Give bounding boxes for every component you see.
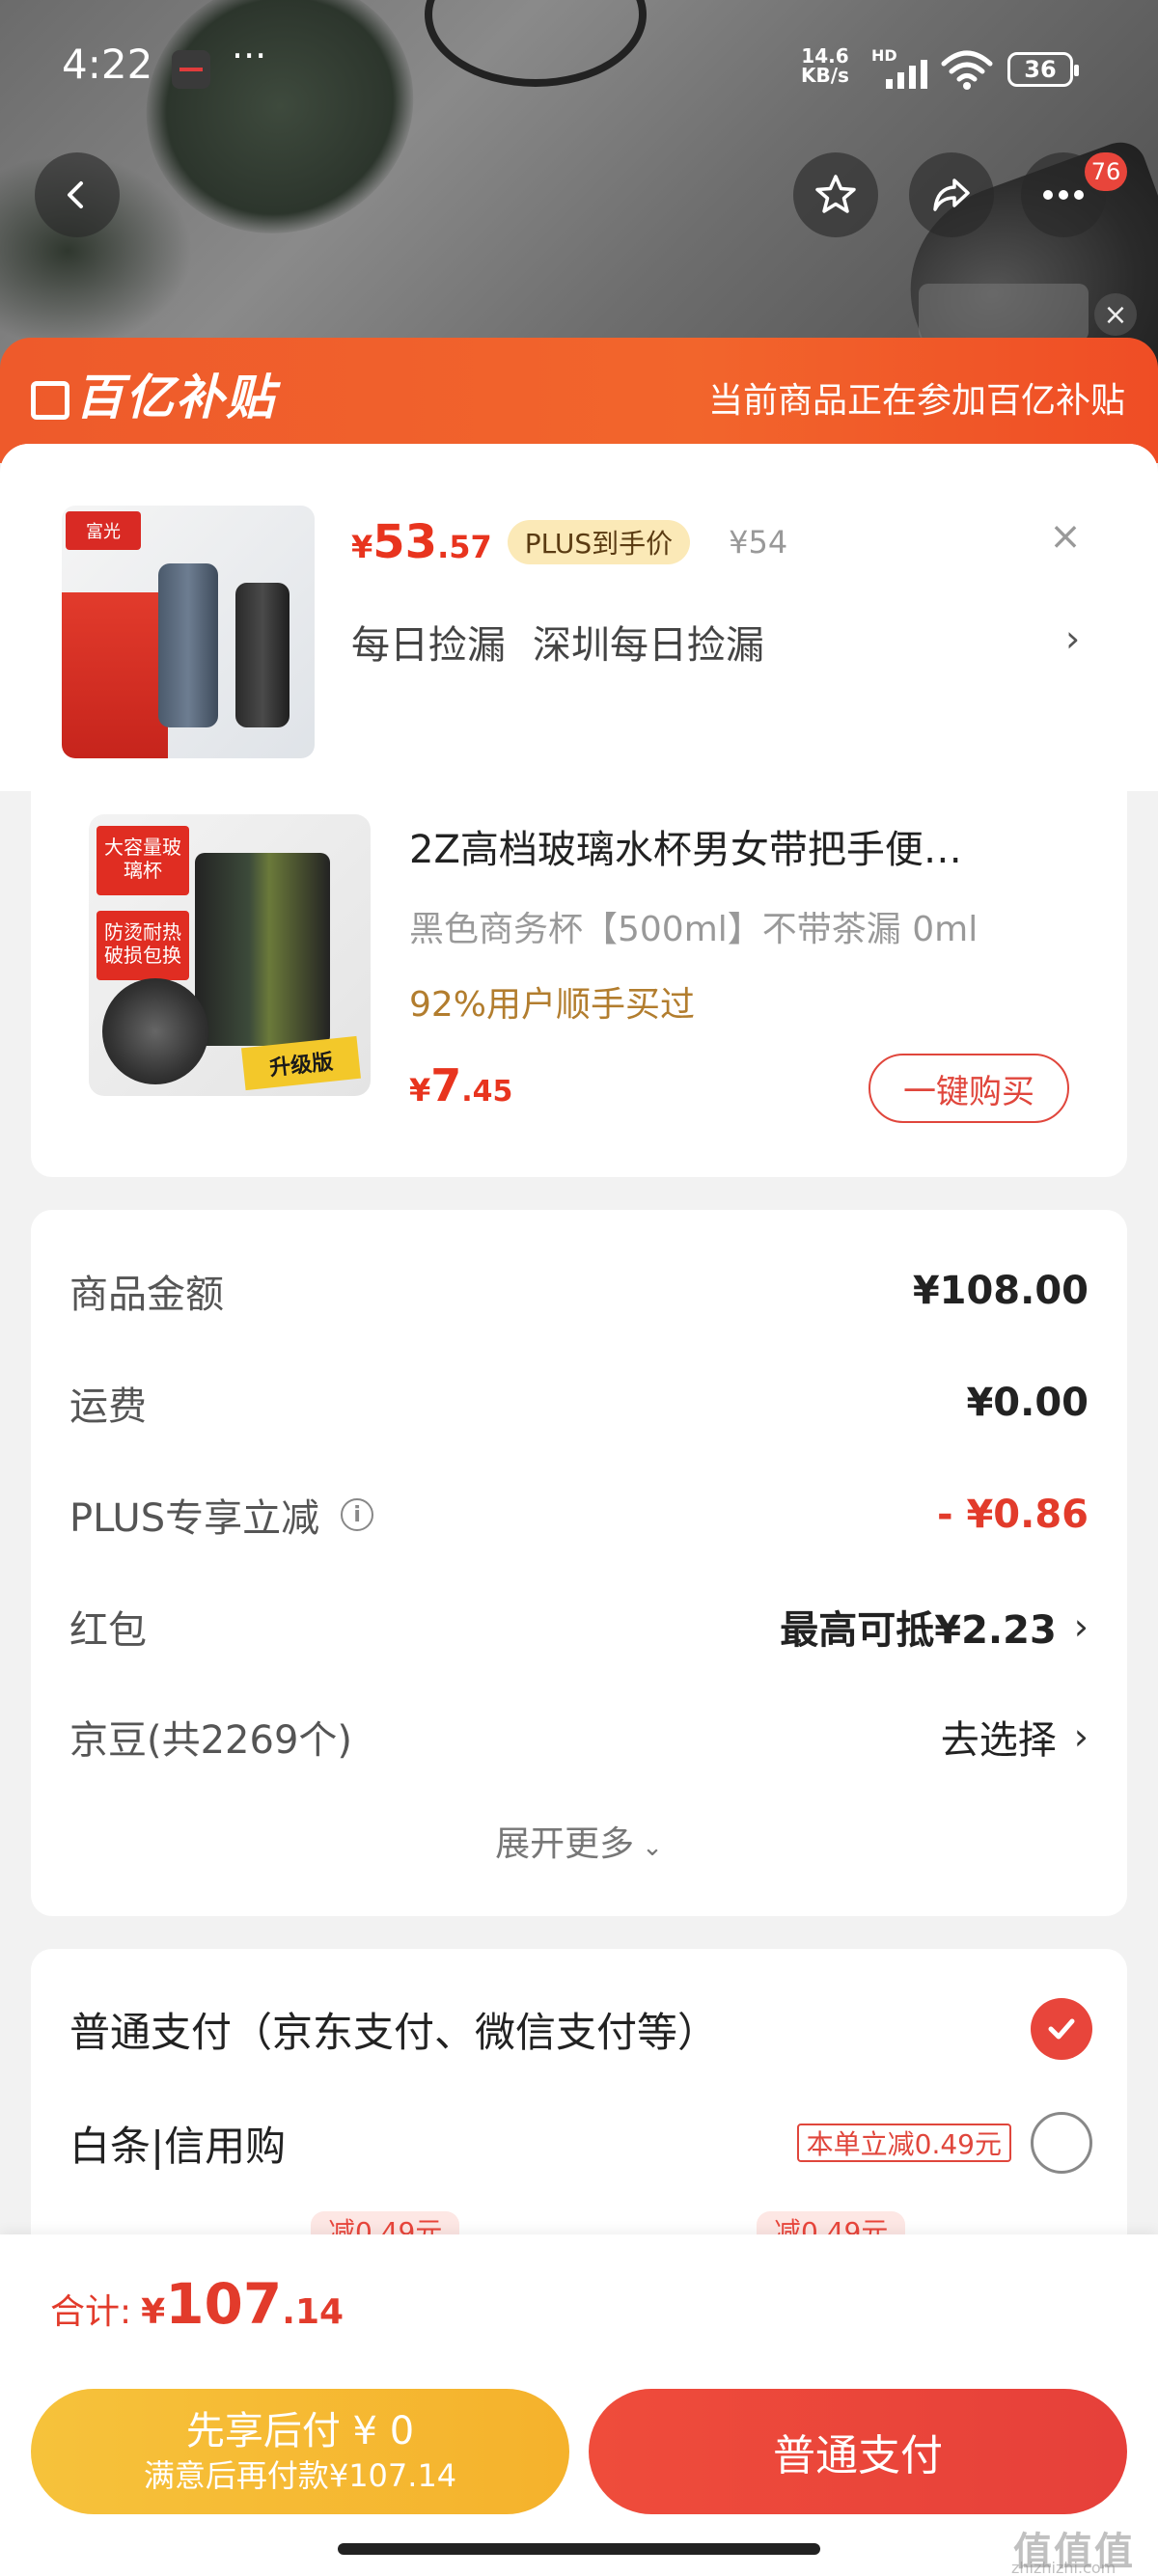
product-image[interactable]: 富光 [62,506,315,758]
pay-later-subtitle: 满意后再付款¥107.14 [143,2457,457,2494]
seller-tag: 每日捡漏 [351,623,506,668]
summary-row-shipping: 运费 ¥0.00 [69,1374,1089,1432]
recommend-product-image[interactable]: 大容量玻璃杯 防烫耐热破损包换 升级版 [89,814,371,1096]
bottle-image [158,563,218,727]
summary-value: 最高可抵¥2.23 › [780,1599,1089,1655]
radio-button[interactable] [1031,2112,1092,2174]
chevron-down-icon: ⌄ [642,1833,663,1862]
total-label: 合计: [50,2292,132,2332]
message-count-badge: 76 [1085,152,1127,191]
watermark-url: zhizhizhi.com [1011,2559,1117,2576]
lid-image [102,978,208,1084]
price-integer: 7 [430,1059,462,1111]
battery-icon: 36 [1007,52,1079,87]
checked-icon[interactable] [1031,1998,1092,2060]
summary-label: PLUS专享立减 i [69,1487,374,1543]
total-currency: ¥ [141,2292,166,2332]
info-icon[interactable]: i [341,1498,374,1531]
red-packet-value: 最高可抵¥2.23 [780,1608,1057,1653]
subsidy-logo-icon [31,381,69,420]
home-indicator[interactable] [338,2543,820,2555]
price-currency: ¥ [409,1072,431,1109]
total-decimal: .14 [282,2292,345,2332]
subsidy-logo-text: 百亿补贴 [75,370,276,425]
total-integer: 107 [165,2271,283,2337]
plus-price-badge: PLUS到手价 [507,520,691,564]
payment-option-label: 普通支付（京东支付、微信支付等） [69,2008,719,2056]
wifi-icon [941,50,993,90]
price-integer: 53 [372,515,438,569]
normal-pay-button[interactable]: 普通支付 [589,2389,1127,2514]
payment-option-label: 白条|信用购 [69,2122,287,2170]
network-speed: 14.6 KB/s [801,46,849,85]
network-speed-value: 14.6 [801,44,849,68]
pay-later-button[interactable]: 先享后付 ¥ 0 满意后再付款¥107.14 [31,2389,569,2514]
summary-value: 去选择 › [941,1709,1089,1765]
product-price: ¥53.57 [351,515,492,569]
payment-option-baitiao[interactable]: 白条|信用购 本单立减0.49元 [69,2109,1092,2177]
summary-label: 京豆(共2269个) [69,1718,353,1763]
subsidy-logo: 百亿补贴 [31,359,276,428]
network-speed-unit: KB/s [801,64,849,87]
payment-option-normal[interactable]: 普通支付（京东支付、微信支付等） [69,1995,1092,2063]
summary-value: ¥108.00 [912,1269,1089,1313]
guarantee-tag: 防烫耐热破损包换 [96,911,189,980]
price-currency: ¥ [351,529,373,565]
summary-row-goods-amount: 商品金额 ¥108.00 [69,1262,1089,1320]
summary-value: ¥0.00 [966,1381,1089,1425]
summary-row-jingdou[interactable]: 京豆(共2269个) 去选择 › [69,1708,1089,1766]
promo-badge: 本单立减0.49元 [796,2124,1011,2162]
expand-more-label: 展开更多 [495,1824,635,1864]
recommend-spec: 黑色商务杯【500ml】不带茶漏 0ml [409,910,979,949]
share-icon [933,178,970,211]
recommend-social-proof: 92%用户顺手买过 [409,985,696,1025]
summary-row-plus-discount: PLUS专享立减 i - ¥0.86 [69,1486,1089,1544]
jingdou-value: 去选择 [940,1718,1057,1763]
status-time: 4:22 [62,41,153,88]
seller-row[interactable]: 每日捡漏 深圳每日捡漏 [351,614,764,670]
floating-widget[interactable] [919,284,1089,342]
brand-tag: 富光 [66,511,141,550]
promo-strip [62,592,168,758]
subsidy-notice: 当前商品正在参加百亿补贴 [707,381,1125,421]
more-notifications-icon: ··· [232,35,267,77]
back-icon [68,181,83,208]
status-bar: 4:22 ··· 14.6 KB/s HD 36 [0,0,1158,135]
capacity-tag: 大容量玻璃杯 [96,826,189,895]
seller-name: 深圳每日捡漏 [533,623,764,668]
one-click-buy-button[interactable]: 一键购买 [868,1054,1069,1123]
back-button[interactable] [35,152,120,237]
checkout-screen: 4:22 ··· 14.6 KB/s HD 36 76 × 百亿补贴 当前商品正… [0,0,1158,2576]
product-price-row: ¥53.57 PLUS到手价 ¥54 [351,511,787,573]
favorite-button[interactable] [793,152,878,237]
original-price: ¥54 [729,524,788,561]
summary-row-red-packet[interactable]: 红包 最高可抵¥2.23 › [69,1598,1089,1656]
pay-later-title: 先享后付 ¥ 0 [185,2409,415,2453]
floating-widget-close-icon[interactable]: × [1094,293,1137,336]
price-decimal: .45 [461,1075,513,1109]
signal-icon [886,60,930,89]
payment-option-right: 本单立减0.49元 [796,2112,1092,2174]
order-total: 合计: ¥107.14 [50,2271,344,2337]
summary-label: 红包 [69,1608,147,1653]
expand-more-button[interactable]: 展开更多 ⌄ [0,1816,1158,1866]
notification-app-icon [172,50,210,89]
summary-value: - ¥0.86 [936,1493,1089,1537]
more-icon [1043,190,1084,200]
summary-label: 运费 [69,1384,147,1429]
price-decimal: .57 [437,529,492,565]
recommend-title[interactable]: 2Z高档玻璃水杯男女带把手便… [409,818,1046,874]
star-icon [815,175,856,213]
summary-label: 商品金额 [69,1273,224,1317]
close-icon[interactable]: × [1044,514,1087,559]
chevron-right-icon: › [1073,1715,1089,1758]
recommend-price: ¥7.45 [409,1059,512,1111]
share-button[interactable] [909,152,994,237]
chevron-right-icon: › [1073,1605,1089,1648]
checkmark-icon [1048,2018,1075,2040]
bottle-image [235,583,290,727]
plus-discount-label: PLUS专享立减 [69,1496,320,1541]
mug-image [195,853,330,1046]
chevron-right-icon[interactable]: › [1065,617,1080,660]
